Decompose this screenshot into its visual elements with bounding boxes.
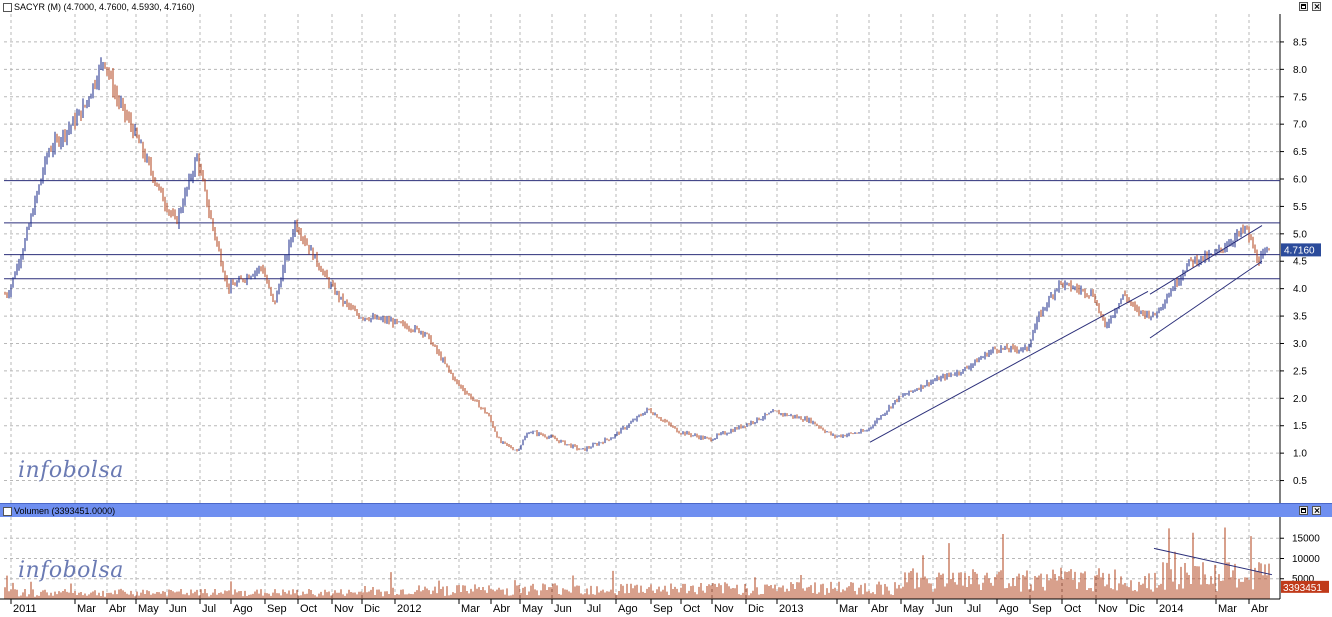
price-y-tick-label: 8.5 (1293, 37, 1307, 48)
price-y-tick-label: 6.5 (1293, 147, 1307, 158)
x-axis-tick-label: 2012 (397, 603, 421, 615)
maximize-icon[interactable] (1299, 2, 1308, 11)
price-y-tick-label: 0.5 (1293, 476, 1307, 487)
last-price-label: 4.7160 (1284, 245, 1315, 256)
x-axis-tick-label: Ago (233, 603, 253, 615)
x-axis-tick-label: Oct (300, 603, 317, 615)
price-panel-titlebar: SACYR (M) (4.7000, 4.7600, 4.5930, 4.716… (0, 0, 1332, 15)
x-axis-tick-label: Abr (1251, 603, 1268, 615)
x-axis-tick-label: Jun (935, 603, 953, 615)
price-y-tick-label: 1.0 (1293, 449, 1307, 460)
price-brand-logo: infobolsa (18, 458, 124, 483)
price-y-tick-label: 2.5 (1293, 366, 1307, 377)
x-axis-tick-label: Jun (554, 603, 572, 615)
price-chart[interactable]: 0.5 1.0 1.5 2.0 2.5 3.0 3.5 4.0 4.5 5.0 5.5 6.0 6.5 7… (0, 14, 1332, 503)
x-axis-tick-label: 2013 (779, 603, 803, 615)
price-y-tick-label: 6.0 (1293, 175, 1307, 186)
volume-y-tick-label: 15000 (1292, 534, 1320, 545)
price-y-tick-label: 7.5 (1293, 92, 1307, 103)
price-y-tick-label: 4.5 (1293, 257, 1307, 268)
x-axis-tick-label: Jul (587, 603, 601, 615)
price-panel-title: SACYR (M) (4.7000, 4.7600, 4.5930, 4.716… (14, 2, 195, 12)
panel-menu-icon[interactable] (3, 3, 12, 12)
price-y-tick-label: 3.0 (1293, 339, 1307, 350)
price-y-tick-label: 5.0 (1293, 229, 1307, 240)
x-axis-tick-label: Jul (202, 603, 216, 615)
x-axis-tick-label: May (138, 603, 159, 615)
x-axis-tick-label: Ago (999, 603, 1019, 615)
x-axis-tick-label: Abr (871, 603, 888, 615)
volume-chart[interactable]: 5000100001500033934512011 Mar Abr May Jun Jul… (0, 517, 1332, 617)
x-axis-tick-label: Ago (618, 603, 638, 615)
x-axis-tick-label: Dic (364, 603, 380, 615)
price-y-tick-label: 1.5 (1293, 421, 1307, 432)
x-axis-tick-label: May (522, 603, 543, 615)
volume-panel-title: Volumen (3393451.0000) (14, 506, 116, 516)
x-axis-tick-label: Jul (967, 603, 981, 615)
price-y-tick-label: 3.5 (1293, 312, 1307, 323)
price-y-tick-label: 2.0 (1293, 394, 1307, 405)
x-axis-tick-label: Nov (1098, 603, 1118, 615)
price-y-tick-label: 4.0 (1293, 284, 1307, 295)
volume-brand-logo: infobolsa (18, 558, 124, 583)
x-axis-tick-label: Mar (461, 603, 480, 615)
x-axis-tick-label: 2014 (1159, 603, 1183, 615)
x-axis-tick-label: Sep (267, 603, 287, 615)
volume-close-icon[interactable] (1312, 506, 1321, 515)
x-axis-tick-label: Nov (334, 603, 354, 615)
price-y-tick-label: 7.0 (1293, 120, 1307, 131)
x-axis-tick-label: Dic (1129, 603, 1145, 615)
x-axis-tick-label: Jun (169, 603, 187, 615)
x-axis-tick-label: Dic (748, 603, 764, 615)
x-axis-tick-label: Sep (1032, 603, 1052, 615)
x-axis-tick-label: May (903, 603, 924, 615)
x-axis-tick-label: Mar (77, 603, 96, 615)
x-axis-tick-label: Mar (1218, 603, 1237, 615)
x-axis-tick-label: Nov (714, 603, 734, 615)
x-axis-tick-label: Oct (683, 603, 700, 615)
x-axis-tick-label: Sep (653, 603, 673, 615)
x-axis-tick-label: Oct (1064, 603, 1081, 615)
close-icon[interactable] (1312, 2, 1321, 11)
last-volume-label: 3393451 (1283, 583, 1322, 594)
x-axis-tick-label: Mar (839, 603, 858, 615)
volume-panel-menu-icon[interactable] (3, 507, 12, 516)
x-axis-tick-label: Abr (493, 603, 510, 615)
price-y-tick-label: 8.0 (1293, 65, 1307, 76)
x-axis-tick-label: Abr (109, 603, 126, 615)
volume-y-tick-label: 10000 (1292, 554, 1320, 565)
volume-maximize-icon[interactable] (1299, 506, 1308, 515)
price-y-tick-label: 5.5 (1293, 202, 1307, 213)
x-axis-tick-label: 2011 (13, 603, 37, 615)
